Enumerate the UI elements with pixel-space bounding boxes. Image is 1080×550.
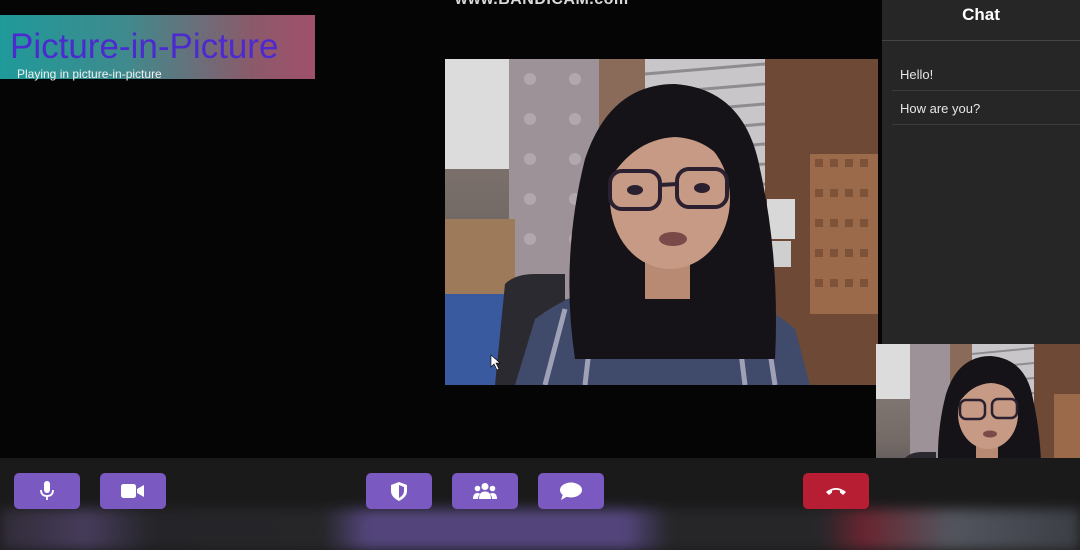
participants-button[interactable] xyxy=(452,473,518,509)
pip-subtitle: Playing in picture-in-picture xyxy=(17,67,162,81)
video-camera-icon xyxy=(121,484,144,498)
hang-up-icon xyxy=(826,488,846,495)
chat-header-divider xyxy=(882,40,1080,41)
remote-video-frame xyxy=(445,59,878,385)
chat-bubble-icon xyxy=(560,482,582,500)
toolbar-reflection xyxy=(0,509,1080,550)
remote-video[interactable] xyxy=(445,59,878,385)
call-stage: www.BANDICAM.com Picture-in-Picture Play… xyxy=(0,0,1080,550)
participants-icon xyxy=(473,483,497,499)
chat-title: Chat xyxy=(962,5,1000,24)
chat-message: How are you? xyxy=(900,101,981,116)
microphone-button[interactable] xyxy=(14,473,80,509)
pip-banner: Picture-in-Picture Playing in picture-in… xyxy=(0,15,315,81)
pip-title: Picture-in-Picture xyxy=(10,27,279,66)
shield-icon xyxy=(391,481,407,501)
chat-button[interactable] xyxy=(538,473,604,509)
camera-button[interactable] xyxy=(100,473,166,509)
chat-message-divider xyxy=(892,124,1080,125)
security-button[interactable] xyxy=(366,473,432,509)
recorder-watermark: www.BANDICAM.com xyxy=(455,0,629,9)
microphone-icon xyxy=(40,481,54,500)
chat-message: Hello! xyxy=(900,67,934,82)
chat-message-divider xyxy=(892,90,1080,91)
end-call-button[interactable] xyxy=(803,473,869,509)
chat-panel: Chat Hello! How are you? xyxy=(882,0,1080,345)
